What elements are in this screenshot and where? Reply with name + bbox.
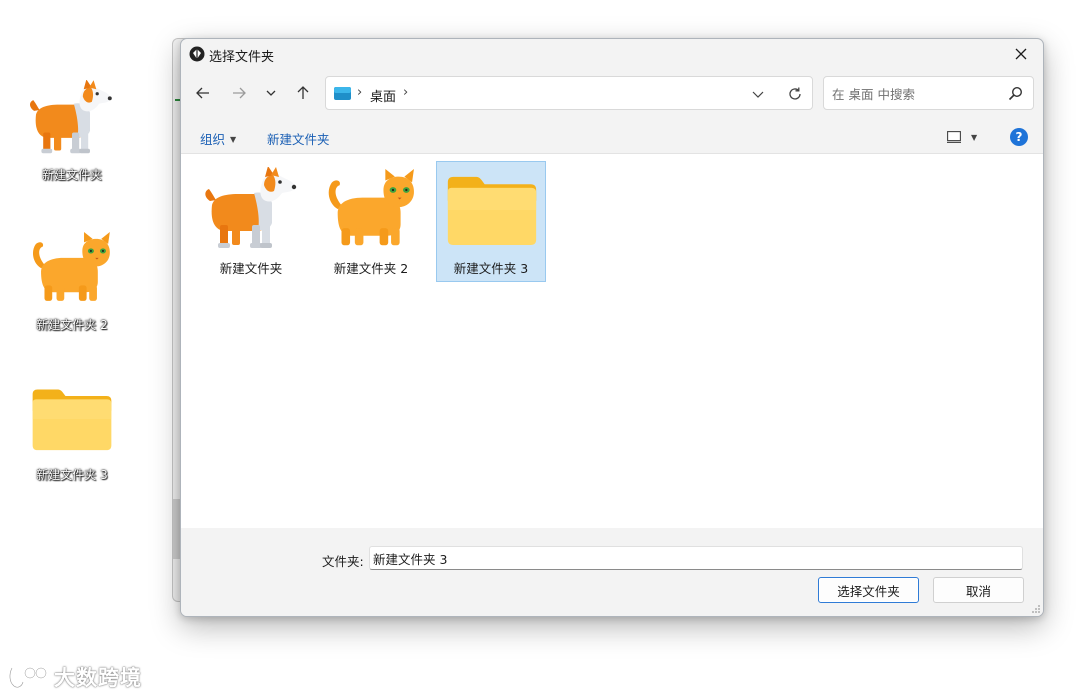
app-icon — [189, 46, 205, 62]
search-icon[interactable] — [1008, 86, 1023, 101]
up-button[interactable] — [289, 79, 317, 107]
forward-button[interactable] — [225, 79, 253, 107]
desktop-item-label: 新建文件夹 — [41, 168, 102, 182]
desktop-item-3[interactable]: 新建文件夹 3 — [27, 376, 117, 483]
search-input[interactable] — [830, 84, 1004, 104]
folder-icon — [437, 162, 547, 258]
select-folder-dialog: 选择文件夹 › 桌面 › 在 桌面 中搜索 组织 ▼ 新建文件夹 ▼ ? 新建文… — [180, 38, 1044, 617]
select-folder-button[interactable]: 选择文件夹 — [818, 577, 919, 603]
desktop-icon — [334, 87, 351, 100]
file-item-label: 新建文件夹 — [219, 261, 283, 276]
new-folder-button[interactable]: 新建文件夹 — [267, 129, 330, 148]
breadcrumb-desktop[interactable]: 桌面 — [370, 86, 396, 105]
cat-folder-icon — [317, 162, 427, 258]
dialog-title: 选择文件夹 — [209, 50, 275, 65]
file-item-label: 新建文件夹 3 — [453, 261, 529, 276]
chevron-down-icon — [266, 90, 276, 96]
folder-field-label: 文件夹: — [322, 554, 364, 569]
chevron-down-icon: ▼ — [971, 132, 978, 142]
arrow-right-icon — [233, 87, 246, 99]
help-icon[interactable]: ? — [1010, 128, 1028, 146]
folder-name-input[interactable] — [369, 546, 1023, 570]
view-options-button[interactable]: ▼ — [947, 128, 987, 146]
dialog-footer: 文件夹: 选择文件夹 取消 — [181, 528, 1043, 616]
watermark-text: 大数跨境 — [54, 666, 142, 690]
breadcrumb-separator[interactable]: › — [403, 85, 408, 100]
cat-folder-icon — [27, 226, 117, 312]
file-item-1[interactable]: 新建文件夹 — [196, 161, 306, 282]
chevron-down-icon[interactable] — [750, 86, 766, 102]
desktop-item-label: 新建文件夹 3 — [36, 468, 108, 482]
desktop-item-label: 新建文件夹 2 — [36, 318, 108, 332]
corgi-folder-icon — [197, 162, 307, 258]
command-bar: 组织 ▼ 新建文件夹 ▼ ? — [181, 121, 1043, 154]
close-button[interactable] — [999, 39, 1043, 69]
folder-icon — [27, 376, 117, 462]
back-button[interactable] — [189, 79, 217, 107]
file-item-3[interactable]: 新建文件夹 3 — [436, 161, 546, 282]
arrow-left-icon — [196, 87, 209, 99]
watermark: 大数跨境 — [8, 662, 142, 692]
desktop-item-2[interactable]: 新建文件夹 2 — [27, 226, 117, 333]
corgi-folder-icon — [27, 76, 117, 162]
refresh-icon[interactable] — [786, 85, 804, 103]
watermark-logo-icon — [8, 666, 48, 689]
arrow-up-icon — [297, 86, 309, 99]
file-item-label: 新建文件夹 2 — [333, 261, 409, 276]
resize-grip-icon[interactable] — [1031, 604, 1041, 614]
recent-locations-button[interactable] — [257, 79, 285, 107]
file-item-2[interactable]: 新建文件夹 2 — [316, 161, 426, 282]
cancel-button[interactable]: 取消 — [933, 577, 1024, 603]
breadcrumb-separator[interactable]: › — [357, 85, 362, 100]
file-list: 新建文件夹 新建文件夹 2 新建文件夹 3 — [181, 154, 1043, 528]
organize-menu[interactable]: 组织 ▼ — [200, 129, 236, 148]
title-bar[interactable]: 选择文件夹 — [181, 39, 1043, 69]
desktop-item-1[interactable]: 新建文件夹 — [27, 76, 117, 183]
address-bar[interactable]: › 桌面 › — [325, 76, 813, 110]
search-box[interactable] — [823, 76, 1034, 110]
close-icon — [1015, 48, 1027, 60]
view-icon — [947, 131, 961, 143]
